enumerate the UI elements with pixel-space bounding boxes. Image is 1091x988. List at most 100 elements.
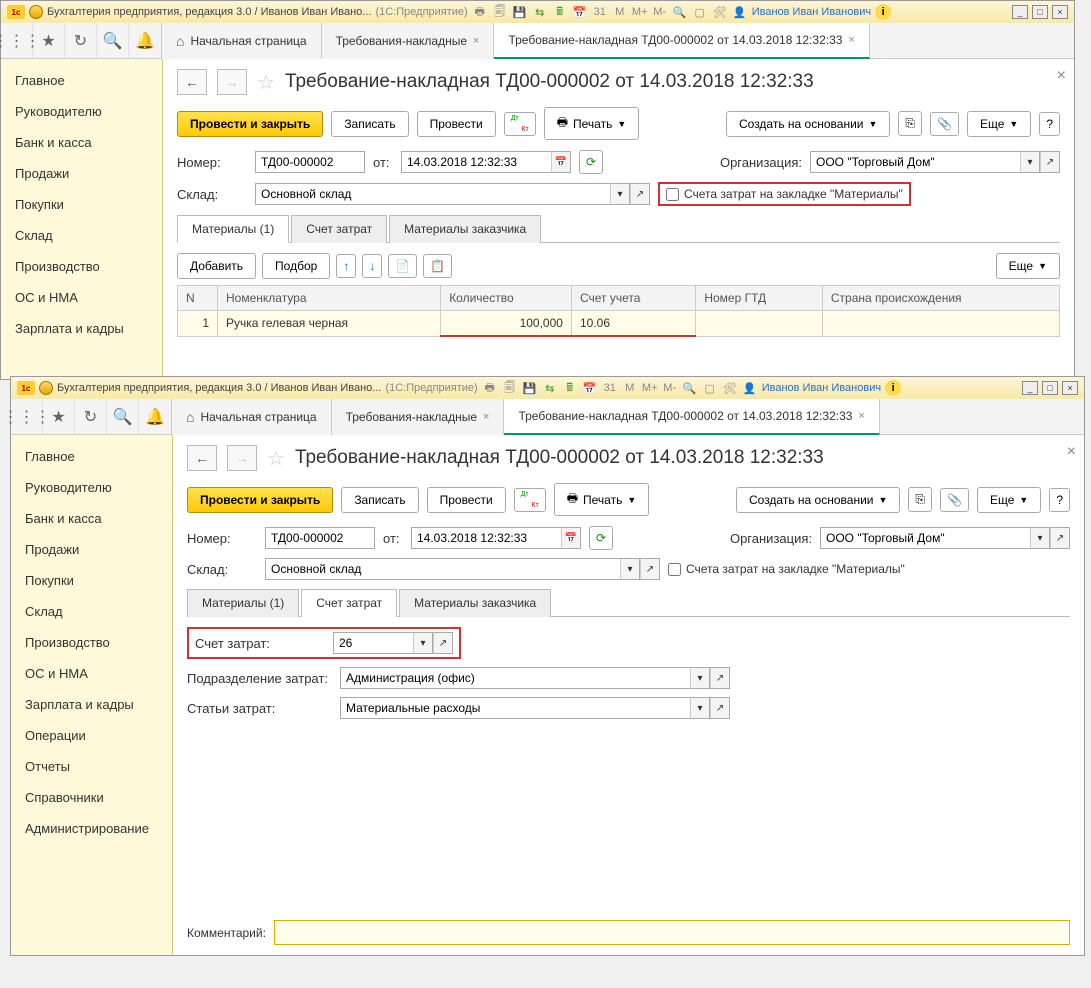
preview-icon[interactable]: 🗐 bbox=[492, 4, 508, 20]
add-row-button[interactable]: Добавить bbox=[177, 253, 256, 279]
compare-icon[interactable]: ⇆ bbox=[542, 380, 558, 396]
close-tab-icon[interactable]: × bbox=[848, 34, 854, 46]
tab-customer-materials[interactable]: Материалы заказчика bbox=[399, 589, 551, 617]
maximize-button[interactable]: □ bbox=[1042, 381, 1058, 395]
calendar-picker-icon[interactable]: 📅 bbox=[561, 527, 581, 549]
open-icon[interactable]: ↗ bbox=[710, 667, 730, 689]
forward-button[interactable]: → bbox=[217, 69, 247, 95]
search-icon[interactable]: 🔍 bbox=[107, 399, 139, 435]
calc-icon[interactable]: 🖩 bbox=[552, 4, 568, 20]
tab-materials[interactable]: Материалы (1) bbox=[187, 589, 299, 617]
move-up-button[interactable]: ↑ bbox=[336, 254, 356, 278]
sidebar-item-warehouse[interactable]: Склад bbox=[11, 596, 172, 627]
structure-button[interactable]: ⎘ bbox=[898, 111, 922, 136]
star-icon[interactable]: ☆ bbox=[257, 70, 275, 95]
tab-list[interactable]: Требования-накладные× bbox=[322, 23, 495, 59]
dropdown-icon[interactable]: ▾ bbox=[690, 667, 710, 689]
department-input[interactable] bbox=[340, 667, 690, 689]
warehouse-input[interactable] bbox=[255, 183, 610, 205]
post-button[interactable]: Провести bbox=[427, 487, 506, 513]
structure-button[interactable]: ⎘ bbox=[908, 487, 932, 512]
tab-customer-materials[interactable]: Материалы заказчика bbox=[389, 215, 541, 243]
sidebar-item-hr[interactable]: Зарплата и кадры bbox=[1, 313, 162, 344]
minimize-button[interactable]: _ bbox=[1012, 5, 1028, 19]
sidebar-item-assets[interactable]: ОС и НМА bbox=[1, 282, 162, 313]
print-button[interactable]: 🖶Печать▼ bbox=[544, 107, 640, 140]
m-plus-icon[interactable]: M+ bbox=[632, 4, 648, 20]
calendar-picker-icon[interactable]: 📅 bbox=[551, 151, 571, 173]
number-input[interactable] bbox=[255, 151, 365, 173]
dropdown-icon[interactable]: ▾ bbox=[620, 558, 640, 580]
date-input[interactable] bbox=[401, 151, 551, 173]
comment-input[interactable] bbox=[274, 920, 1070, 945]
sidebar-item-sales[interactable]: Продажи bbox=[11, 534, 172, 565]
cell-quantity[interactable]: 100,000 bbox=[441, 311, 572, 337]
close-tab-icon[interactable]: × bbox=[473, 35, 479, 47]
close-button[interactable]: × bbox=[1052, 5, 1068, 19]
dropdown-icon[interactable]: ▾ bbox=[610, 183, 630, 205]
date-icon[interactable]: 31 bbox=[592, 4, 608, 20]
sidebar-item-manager[interactable]: Руководителю bbox=[11, 472, 172, 503]
star-icon[interactable]: ☆ bbox=[267, 446, 285, 471]
open-icon[interactable]: ↗ bbox=[640, 558, 660, 580]
open-icon[interactable]: ↗ bbox=[710, 697, 730, 719]
apps-icon[interactable]: ⋮⋮⋮ bbox=[1, 23, 33, 59]
print-icon[interactable]: 🖶 bbox=[472, 4, 488, 20]
more-table-button[interactable]: Еще▼ bbox=[996, 253, 1060, 279]
close-tab-icon[interactable]: × bbox=[858, 410, 864, 422]
sidebar-item-bank[interactable]: Банк и касса bbox=[1, 127, 162, 158]
sidebar-item-admin[interactable]: Администрирование bbox=[11, 813, 172, 844]
open-icon[interactable]: ↗ bbox=[433, 632, 453, 654]
open-icon[interactable]: ↗ bbox=[1050, 527, 1070, 549]
print-button[interactable]: 🖶Печать▼ bbox=[554, 483, 650, 516]
copy-button[interactable]: 📄 bbox=[388, 254, 417, 278]
close-tab-icon[interactable]: × bbox=[483, 411, 489, 423]
preview-icon[interactable]: 🗐 bbox=[502, 380, 518, 396]
movements-button[interactable] bbox=[504, 112, 536, 136]
paste-button[interactable]: 📋 bbox=[423, 254, 452, 278]
cost-accounts-checkbox[interactable] bbox=[666, 188, 679, 201]
sidebar-item-hr[interactable]: Зарплата и кадры bbox=[11, 689, 172, 720]
calendar-icon[interactable]: 📅 bbox=[572, 4, 588, 20]
close-document-icon[interactable]: × bbox=[1057, 67, 1066, 85]
minimize-button[interactable]: _ bbox=[1022, 381, 1038, 395]
favorite-icon[interactable]: ★ bbox=[43, 399, 75, 435]
more-button[interactable]: Еще▼ bbox=[977, 487, 1041, 513]
dropdown-icon[interactable]: ▾ bbox=[1020, 151, 1040, 173]
apps-icon[interactable]: ⋮⋮⋮ bbox=[11, 399, 43, 435]
help-button[interactable]: ? bbox=[1049, 488, 1070, 512]
cost-accounts-checkbox[interactable] bbox=[668, 563, 681, 576]
sidebar-item-catalogs[interactable]: Справочники bbox=[11, 782, 172, 813]
favorite-icon[interactable]: ★ bbox=[33, 23, 65, 59]
print-icon[interactable]: 🖶 bbox=[482, 380, 498, 396]
cost-account-input[interactable] bbox=[333, 632, 413, 654]
tab-document[interactable]: Требование-накладная ТД00-000002 от 14.0… bbox=[494, 23, 869, 59]
zoom-icon[interactable]: 🔍 bbox=[682, 380, 698, 396]
tab-home[interactable]: ⌂Начальная страница bbox=[162, 23, 322, 59]
save-icon[interactable]: 💾 bbox=[512, 4, 528, 20]
sidebar-item-purchases[interactable]: Покупки bbox=[11, 565, 172, 596]
sidebar-item-production[interactable]: Производство bbox=[1, 251, 162, 282]
sidebar-item-bank[interactable]: Банк и касса bbox=[11, 503, 172, 534]
open-icon[interactable]: ↗ bbox=[1040, 151, 1060, 173]
sidebar-item-main[interactable]: Главное bbox=[1, 65, 162, 96]
save-button[interactable]: Записать bbox=[331, 111, 408, 137]
notifications-icon[interactable]: 🔔 bbox=[129, 23, 161, 59]
open-icon[interactable]: ↗ bbox=[630, 183, 650, 205]
m-minus-icon[interactable]: M- bbox=[662, 380, 678, 396]
sidebar-item-assets[interactable]: ОС и НМА bbox=[11, 658, 172, 689]
user-name[interactable]: Иванов Иван Иванович bbox=[752, 6, 871, 18]
close-button[interactable]: × bbox=[1062, 381, 1078, 395]
table-row[interactable]: 1 Ручка гелевая черная 100,000 10.06 bbox=[178, 311, 1060, 337]
dropdown-icon[interactable]: ▾ bbox=[413, 632, 433, 654]
attach-button[interactable]: 📎 bbox=[940, 488, 969, 512]
notifications-icon[interactable]: 🔔 bbox=[139, 399, 171, 435]
tab-list[interactable]: Требования-накладные× bbox=[332, 399, 505, 435]
create-based-button[interactable]: Создать на основании▼ bbox=[726, 111, 890, 137]
more-button[interactable]: Еще▼ bbox=[967, 111, 1031, 137]
movements-button[interactable] bbox=[514, 488, 546, 512]
forward-button[interactable]: → bbox=[227, 445, 257, 471]
cell-gtd[interactable] bbox=[696, 311, 823, 337]
maximize-button[interactable]: □ bbox=[1032, 5, 1048, 19]
post-button[interactable]: Провести bbox=[417, 111, 496, 137]
